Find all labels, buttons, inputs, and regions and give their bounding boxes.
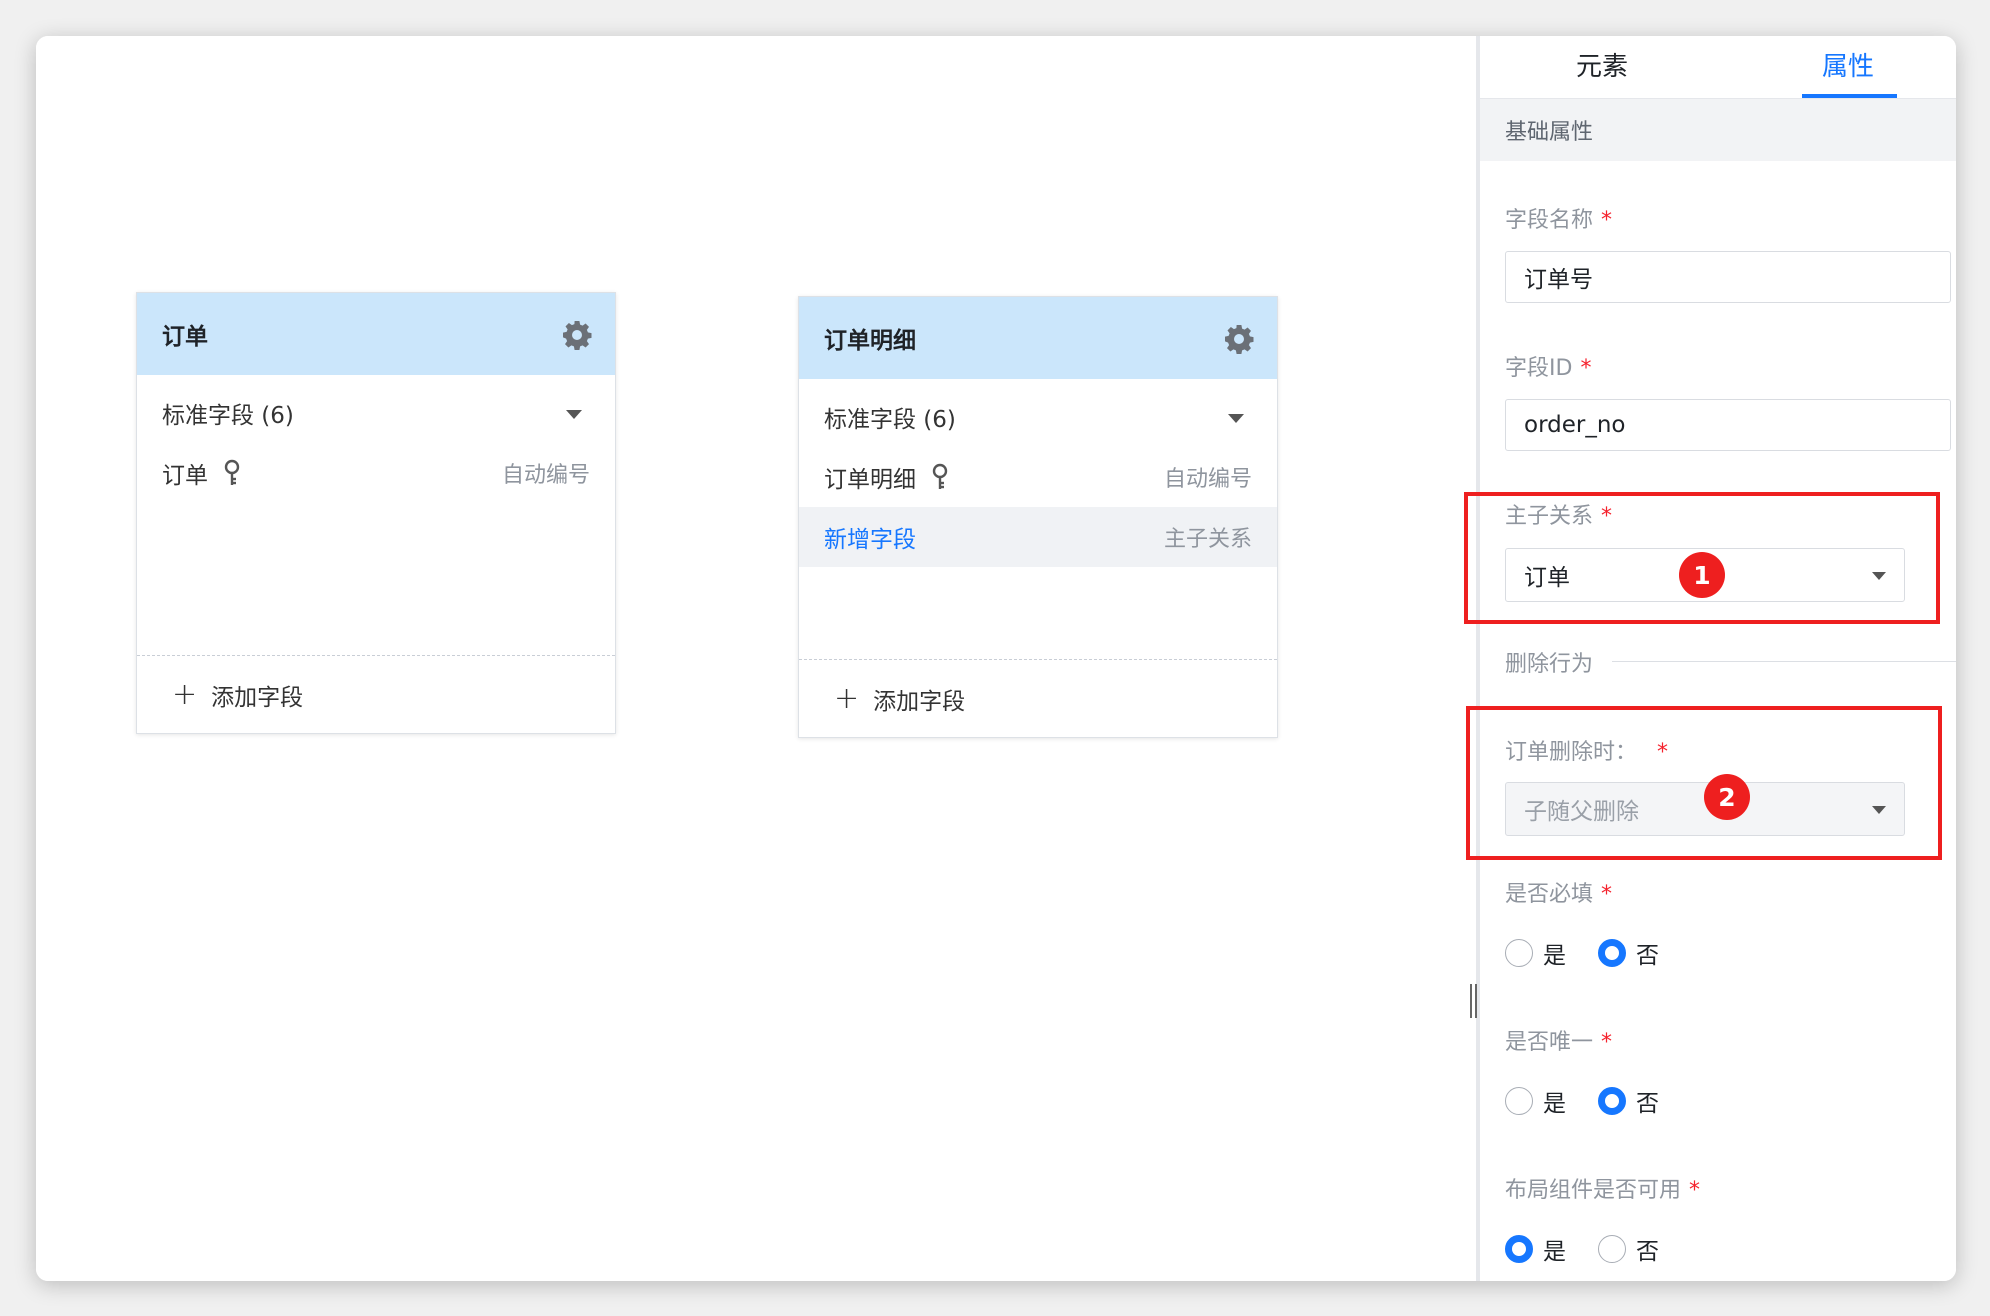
field-type: 主子关系 xyxy=(1163,527,1252,552)
field-id-input[interactable]: order_no xyxy=(1505,399,1951,451)
field-name: 新增字段 xyxy=(824,527,916,553)
key-icon xyxy=(932,463,948,489)
field-name: 订单 xyxy=(162,463,208,489)
required-mark: * xyxy=(1689,1178,1701,1203)
field-group-label: 标准字段 (6) xyxy=(824,407,956,433)
required-mark: * xyxy=(1601,208,1613,233)
annotation-badge-2: 2 xyxy=(1704,774,1750,820)
gear-icon[interactable] xyxy=(561,319,593,351)
entity-card-order[interactable]: 订单 标准字段 (6) 订单 自动编号 + 添加字段 xyxy=(136,292,616,734)
annotation-box-2 xyxy=(1466,706,1942,860)
properties-panel: 元素 属性 基础属性 字段名称 * 订单号 字段ID * order_no 主子关系… xyxy=(1480,36,1956,1281)
app-window: 订单 标准字段 (6) 订单 自动编号 + 添加字段 订单明细 标准字段 (6)… xyxy=(36,36,1956,1281)
radio-circle[interactable] xyxy=(1598,939,1626,967)
layout-usable-radio-group: 是 否 xyxy=(1505,1232,1691,1266)
field-type: 自动编号 xyxy=(1163,467,1252,492)
layout-usable-no-radio[interactable]: 否 xyxy=(1598,1232,1659,1266)
required-yes-radio[interactable]: 是 xyxy=(1505,936,1566,970)
chevron-down-icon[interactable] xyxy=(566,410,582,419)
tab-properties[interactable]: 属性 xyxy=(1822,46,1874,83)
unique-radio-group: 是 否 xyxy=(1505,1084,1691,1118)
radio-circle[interactable] xyxy=(1598,1087,1626,1115)
field-row[interactable]: 订单 自动编号 xyxy=(137,443,615,503)
plus-icon: + xyxy=(172,676,198,712)
field-group-label: 标准字段 (6) xyxy=(162,403,294,429)
unique-yes-radio[interactable]: 是 xyxy=(1505,1084,1566,1118)
layout-usable-label: 布局组件是否可用 * xyxy=(1505,1178,1701,1203)
divider-line xyxy=(1612,661,1956,662)
gear-icon[interactable] xyxy=(1223,323,1255,355)
layout-usable-yes-radio[interactable]: 是 xyxy=(1505,1232,1566,1266)
field-name-input[interactable]: 订单号 xyxy=(1505,251,1951,303)
entity-title: 订单明细 xyxy=(824,328,916,354)
required-mark: * xyxy=(1601,882,1613,907)
required-mark: * xyxy=(1580,356,1592,381)
entity-card-order-detail[interactable]: 订单明细 标准字段 (6) 订单明细 自动编号 新增字段 主子关系 + 添加字段 xyxy=(798,296,1278,738)
field-name: 订单明细 xyxy=(824,467,916,493)
annotation-badge-1: 1 xyxy=(1679,552,1725,598)
radio-circle[interactable] xyxy=(1505,1235,1533,1263)
add-field-button[interactable]: + 添加字段 xyxy=(137,655,615,733)
required-mark: * xyxy=(1601,1030,1613,1055)
required-label: 是否必填 * xyxy=(1505,882,1613,907)
model-canvas[interactable]: 订单 标准字段 (6) 订单 自动编号 + 添加字段 订单明细 标准字段 (6)… xyxy=(36,36,1476,1281)
required-radio-group: 是 否 xyxy=(1505,936,1691,970)
entity-card-header[interactable]: 订单明细 xyxy=(799,297,1277,379)
plus-icon: + xyxy=(834,680,860,716)
unique-label: 是否唯一 * xyxy=(1505,1030,1613,1055)
add-field-label: 添加字段 xyxy=(873,688,966,715)
radio-circle[interactable] xyxy=(1598,1235,1626,1263)
field-group-row[interactable]: 标准字段 (6) xyxy=(137,385,615,441)
field-id-label: 字段ID * xyxy=(1505,356,1592,381)
required-no-radio[interactable]: 否 xyxy=(1598,936,1659,970)
resize-grip-icon[interactable] xyxy=(1468,984,1480,1018)
unique-no-radio[interactable]: 否 xyxy=(1598,1084,1659,1118)
active-tab-indicator xyxy=(1802,94,1897,98)
field-type: 自动编号 xyxy=(501,463,590,488)
field-group-row[interactable]: 标准字段 (6) xyxy=(799,389,1277,445)
entity-title: 订单 xyxy=(162,324,208,350)
key-icon xyxy=(224,459,240,485)
add-field-label: 添加字段 xyxy=(211,684,304,711)
section-header: 基础属性 xyxy=(1480,99,1956,161)
radio-circle[interactable] xyxy=(1505,939,1533,967)
delete-behavior-divider: 删除行为 xyxy=(1505,652,1594,677)
entity-card-header[interactable]: 订单 xyxy=(137,293,615,375)
field-row[interactable]: 订单明细 自动编号 xyxy=(799,447,1277,507)
panel-tabs: 元素 属性 xyxy=(1480,36,1956,99)
field-name-label: 字段名称 * xyxy=(1505,208,1613,233)
radio-circle[interactable] xyxy=(1505,1087,1533,1115)
chevron-down-icon[interactable] xyxy=(1228,414,1244,423)
tab-elements[interactable]: 元素 xyxy=(1576,46,1628,83)
add-field-button[interactable]: + 添加字段 xyxy=(799,659,1277,737)
field-row-selected[interactable]: 新增字段 主子关系 xyxy=(799,507,1277,567)
